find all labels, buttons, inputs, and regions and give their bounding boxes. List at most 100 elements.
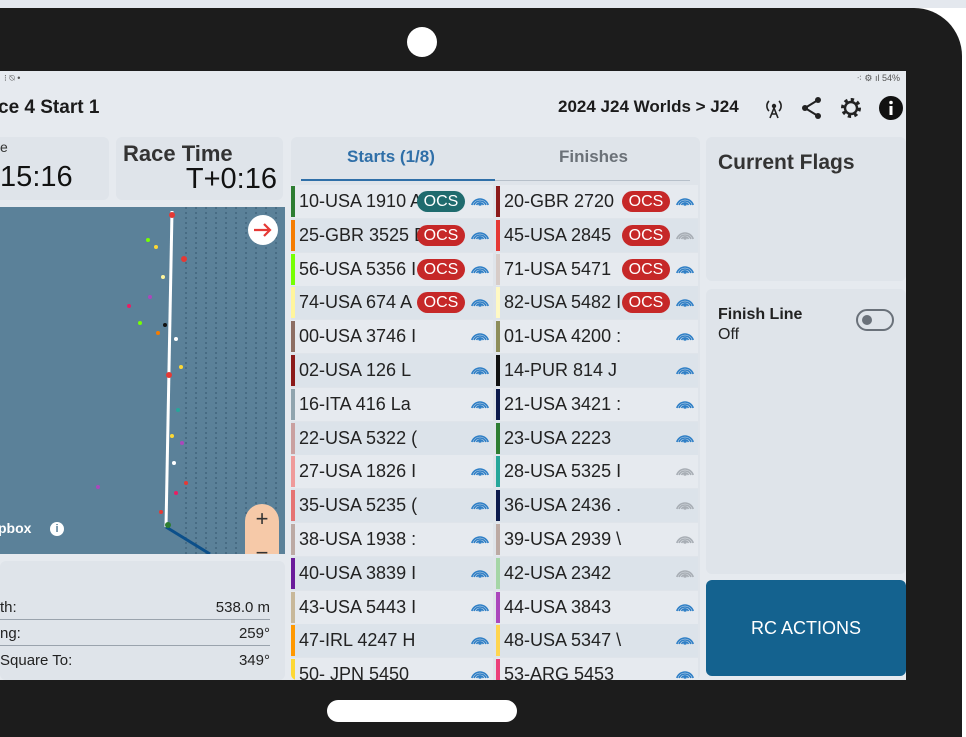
divider	[0, 619, 270, 620]
boat-row[interactable]: 44-USA 3843	[496, 590, 698, 624]
boat-label: 40-USA 3839 I	[299, 562, 417, 583]
info-row-bearing: ng: 259°	[0, 623, 270, 645]
boat-color-bar	[291, 321, 295, 353]
signal-icon	[676, 261, 694, 279]
signal-icon	[471, 227, 489, 245]
race-map[interactable]: pbox i + −	[0, 207, 285, 554]
boat-label: 53-ARG 5453	[504, 664, 615, 680]
signal-icon	[676, 497, 694, 515]
signal-icon	[471, 463, 489, 481]
info-value: 538.0 m	[215, 599, 270, 616]
boat-row[interactable]: 71-USA 5471 OCS	[496, 252, 698, 286]
ocs-badge[interactable]: OCS	[622, 258, 670, 280]
rc-actions-button[interactable]: RC ACTIONS	[706, 580, 906, 676]
boat-row[interactable]: 20-GBR 2720 OCS	[496, 185, 698, 218]
boat-row[interactable]: 47-IRL 4247 H	[291, 624, 493, 658]
signal-icon	[471, 599, 489, 617]
finish-line-card: Finish Line Off	[706, 289, 906, 574]
tab-starts[interactable]: Starts (1/8)	[347, 147, 435, 167]
boat-color-bar	[496, 388, 500, 420]
signal-icon	[676, 294, 694, 312]
boat-row[interactable]: 01-USA 4200 :	[496, 320, 698, 354]
finish-line-title: Finish Line	[718, 306, 803, 323]
boat-row[interactable]: 42-USA 2342	[496, 556, 698, 590]
boat-row[interactable]: 10-USA 1910 A OCS	[291, 185, 493, 218]
boat-row[interactable]: 39-USA 2939 \	[496, 523, 698, 556]
settings-gear-icon[interactable]	[838, 95, 864, 121]
boat-row[interactable]: 27-USA 1826 I	[291, 455, 493, 489]
broadcast-icon[interactable]	[761, 95, 787, 121]
boat-row[interactable]: 00-USA 3746 I	[291, 320, 493, 354]
info-icon[interactable]	[878, 95, 904, 121]
app-bar: ce 4 Start 1 2024 J24 Worlds > J24	[0, 87, 906, 131]
signal-icon	[676, 430, 694, 448]
ocs-badge[interactable]: OCS	[417, 258, 465, 280]
map-info-icon[interactable]: i	[50, 522, 64, 536]
tab-divider	[495, 180, 690, 181]
map-canvas	[96, 207, 278, 554]
boat-row[interactable]: 74-USA 674 A OCS	[291, 286, 493, 320]
signal-icon	[676, 463, 694, 481]
ocs-badge[interactable]: OCS	[622, 191, 670, 212]
tablet-screen: ⁝ ⍉ • ⁖ ⚙ ıl 54% ce 4 Start 1 2024 J24 W…	[0, 71, 906, 680]
boat-row[interactable]: 25-GBR 3525 E OCS	[291, 218, 493, 252]
zoom-out-button[interactable]: −	[245, 540, 279, 554]
signal-icon	[676, 531, 694, 549]
signal-icon	[471, 362, 489, 380]
tab-finishes[interactable]: Finishes	[559, 147, 628, 167]
boat-row[interactable]: 56-USA 5356 I OCS	[291, 252, 493, 286]
ocs-badge[interactable]: OCS	[622, 224, 670, 246]
boat-row[interactable]: 40-USA 3839 I	[291, 556, 493, 590]
status-right: ⁖ ⚙ ıl 54%	[856, 73, 900, 83]
share-icon[interactable]	[799, 95, 825, 121]
zoom-control: + −	[245, 504, 279, 554]
boat-row[interactable]: 48-USA 5347 \	[496, 624, 698, 658]
boat-row[interactable]: 50- JPN 5450	[291, 658, 493, 680]
boat-label: 02-USA 126 L	[299, 360, 412, 380]
boat-row[interactable]: 22-USA 5322 (	[291, 421, 493, 455]
boat-row[interactable]: 23-USA 2223	[496, 421, 698, 455]
ocs-badge[interactable]: OCS	[417, 191, 465, 212]
boat-row[interactable]: 21-USA 3421 :	[496, 387, 698, 421]
boat-row[interactable]: 28-USA 5325 I	[496, 455, 698, 489]
signal-icon	[676, 632, 694, 650]
signal-icon	[676, 328, 694, 346]
boat-row[interactable]: 14-PUR 814 J	[496, 354, 698, 387]
boat-label: 22-USA 5322 (	[299, 427, 418, 448]
boat-row[interactable]: 35-USA 5235 (	[291, 489, 493, 523]
race-time-value: T+0:16	[185, 163, 277, 195]
current-flags-title: Current Flags	[718, 151, 855, 174]
info-row-length: th: 538.0 m	[0, 597, 270, 619]
boat-color-bar	[496, 219, 500, 251]
camera-lens	[407, 27, 437, 57]
breadcrumb[interactable]: 2024 J24 Worlds > J24	[558, 97, 739, 117]
boat-color-bar	[291, 524, 295, 555]
boat-color-bar	[496, 422, 500, 454]
boat-label: 43-USA 5443 I	[299, 596, 417, 617]
boat-row[interactable]: 43-USA 5443 I	[291, 590, 493, 624]
background-strip	[0, 0, 966, 8]
boat-row[interactable]: 16-ITA 416 La	[291, 387, 493, 421]
boat-label: 28-USA 5325 I	[504, 461, 622, 482]
boat-label: 39-USA 2939 \	[504, 529, 622, 549]
boat-label: 50- JPN 5450	[299, 664, 410, 680]
boat-row[interactable]: 36-USA 2436 .	[496, 489, 698, 523]
boat-row[interactable]: 82-USA 5482 I OCS	[496, 286, 698, 320]
ocs-badge[interactable]: OCS	[417, 292, 465, 314]
boat-color-bar	[496, 456, 500, 488]
boat-row[interactable]: 38-USA 1938 :	[291, 523, 493, 556]
boat-color-bar	[496, 591, 500, 623]
zoom-in-button[interactable]: +	[245, 506, 279, 532]
boat-color-bar	[291, 557, 295, 589]
ocs-badge[interactable]: OCS	[417, 224, 465, 246]
ocs-badge[interactable]: OCS	[622, 292, 670, 314]
boats-panel: Starts (1/8) Finishes 10-USA 1910 A OCS 25…	[291, 137, 700, 680]
finish-line-toggle[interactable]	[856, 309, 894, 331]
signal-icon	[471, 328, 489, 346]
boat-row[interactable]: 45-USA 2845 OCS	[496, 218, 698, 252]
boat-row[interactable]: 53-ARG 5453	[496, 658, 698, 680]
boat-color-bar	[496, 321, 500, 353]
start-clock-label: e	[0, 139, 8, 155]
boat-row[interactable]: 02-USA 126 L	[291, 354, 493, 387]
course-info-panel: th: 538.0 m ng: 259° Square To: 349°	[0, 561, 285, 680]
